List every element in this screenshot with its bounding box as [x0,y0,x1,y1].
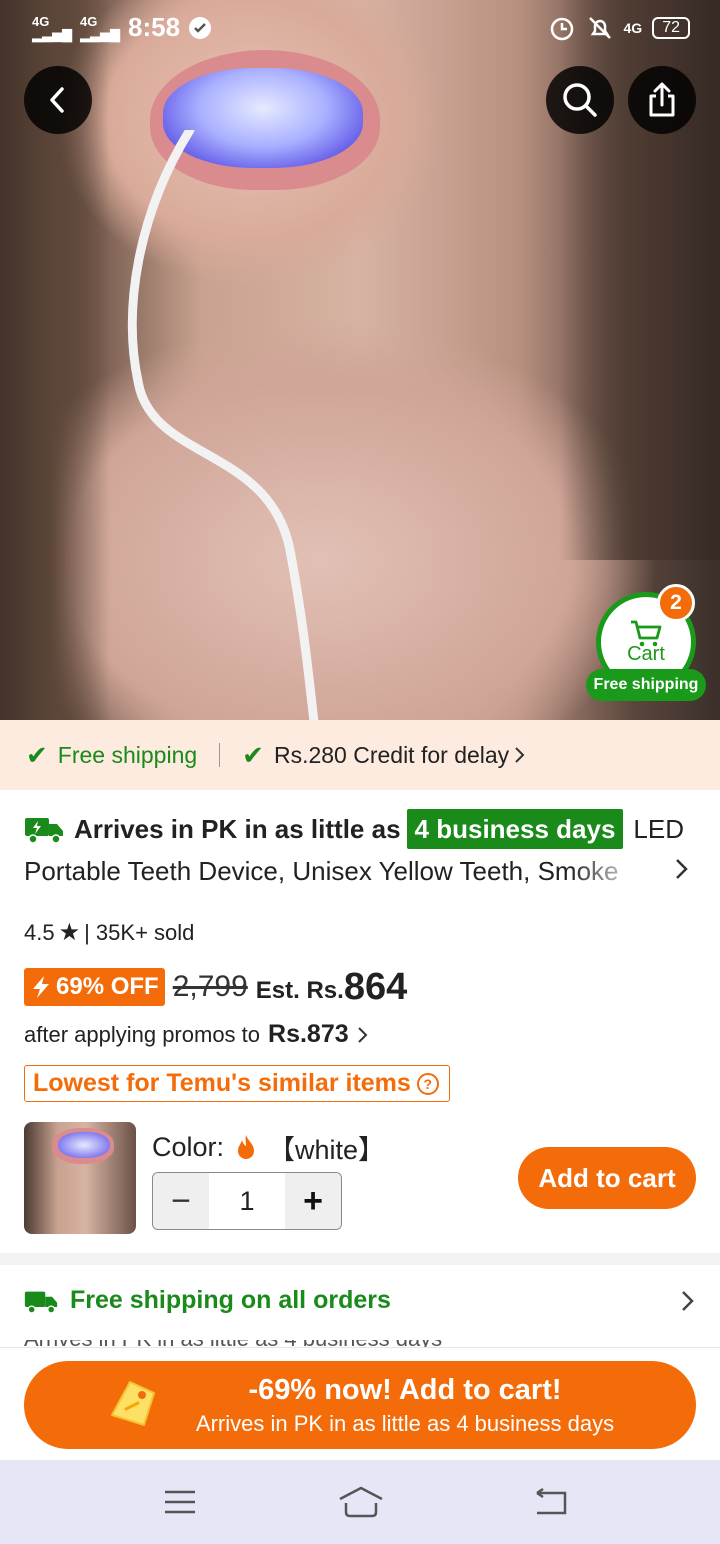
chevron-right-icon[interactable] [674,856,690,882]
signal-2: 4G ▂▃▅▇ [80,13,120,42]
business-days-badge: 4 business days [406,809,624,849]
lightning-icon [33,976,49,998]
status-right: 4G 72 [548,14,690,42]
home-button[interactable] [336,1482,386,1522]
chevron-right-icon [515,747,525,763]
add-to-cart-cta-button[interactable]: -69% now! Add to cart! Arrives in PK in … [24,1361,696,1449]
variant-thumbnail[interactable] [24,1122,136,1234]
back-nav-button[interactable] [528,1482,572,1522]
status-left: 4G ▂▃▅▇ 4G ▂▃▅▇ 8:58 [32,12,212,43]
menu-button[interactable] [158,1482,202,1522]
home-icon [339,1486,383,1518]
system-nav-bar [0,1460,720,1544]
star-icon: ★ [58,919,81,946]
rating-value: 4.5 [24,919,55,945]
credit-text: Rs.280 Credit for delay [273,741,510,768]
promo-price-link[interactable]: after applying promos to Rs.873 [24,1020,369,1049]
status-bar: 4G ▂▃▅▇ 4G ▂▃▅▇ 8:58 4G 72 [0,0,720,56]
cart-free-shipping-badge: Free shipping [586,669,706,701]
promo-price: Rs.873 [268,1020,349,1048]
original-price: 2,799 [172,970,248,1003]
est-label: Est. Rs. [255,977,344,1004]
product-title[interactable]: Arrives in PK in as little as 4 business… [24,808,684,892]
title-text-1: LED [633,814,684,844]
share-icon [649,82,675,117]
free-shipping-text: Free shipping [57,741,198,768]
lowest-price-badge[interactable]: Lowest for Temu's similar items ? [24,1065,450,1102]
promo-text: after applying promos to [24,1021,261,1047]
image-cable [127,130,319,720]
check-icon: ✔ [242,739,264,770]
increment-button[interactable]: + [285,1173,341,1229]
check-circle-icon [189,16,212,39]
decrement-button[interactable]: − [153,1173,209,1229]
cart-count-badge: 2 [657,584,695,622]
shipping-label: Free shipping on all orders [70,1286,391,1314]
price-row: 69% OFF 2,799 Est. Rs. 864 [24,964,407,1010]
flame-icon [238,1134,255,1159]
divider [219,743,221,767]
back-nav-icon [536,1487,567,1515]
discount-text: 69% OFF [56,973,159,1000]
add-to-cart-button[interactable]: Add to cart [518,1147,696,1209]
back-button[interactable] [24,66,92,134]
quantity-value[interactable]: 1 [209,1173,285,1229]
discount-badge: 69% OFF [24,968,165,1006]
truck-icon [24,818,63,844]
bottom-cta-bar: -69% now! Add to cart! Arrives in PK in … [0,1347,720,1460]
cta-headline: -69% now! Add to cart! [248,1373,562,1406]
cart-label: Cart [627,642,665,665]
alarm-icon [550,17,573,41]
mute-bell-icon [588,17,611,39]
help-icon: ? [416,1072,439,1095]
network-type: 4G [623,20,643,36]
arrives-text: Arrives in PK in as little as [73,814,401,844]
signal-1: 4G ▂▃▅▇ [32,13,72,42]
price-tag-icon [111,1381,155,1426]
current-price: 864 [343,965,408,1008]
cta-subtext: Arrives in PK in as little as 4 business… [195,1410,615,1436]
sold-count: | 35K+ sold [84,919,195,945]
menu-icon [165,1490,195,1514]
chevron-right-icon [357,1026,368,1043]
color-value: 【white】 [268,1135,386,1165]
check-icon: ✔ [26,739,48,770]
share-button[interactable] [628,66,696,134]
battery-level: 72 [652,17,690,39]
color-label: Color: [152,1132,225,1162]
status-time: 8:58 [128,12,181,42]
search-button[interactable] [546,66,614,134]
search-icon [563,83,597,117]
quantity-stepper[interactable]: − 1 + [152,1172,342,1230]
section-divider [0,1253,720,1265]
title-text-2: Portable Teeth Device, Unisex Yellow Tee… [24,856,619,886]
truck-icon [24,1291,58,1314]
color-selector[interactable]: Color: 【white】 [152,1128,385,1167]
chevron-right-icon [682,1290,694,1311]
promo-strip[interactable]: ✔ Free shipping ✔ Rs.280 Credit for dela… [0,720,720,790]
thumb-tray [58,1132,110,1158]
shipping-info-row[interactable]: Free shipping on all orders [24,1286,696,1315]
lowest-text: Lowest for Temu's similar items [33,1069,411,1097]
back-arrow-icon [50,87,64,113]
rating-row[interactable]: 4.5 ★ | 35K+ sold [24,918,194,947]
